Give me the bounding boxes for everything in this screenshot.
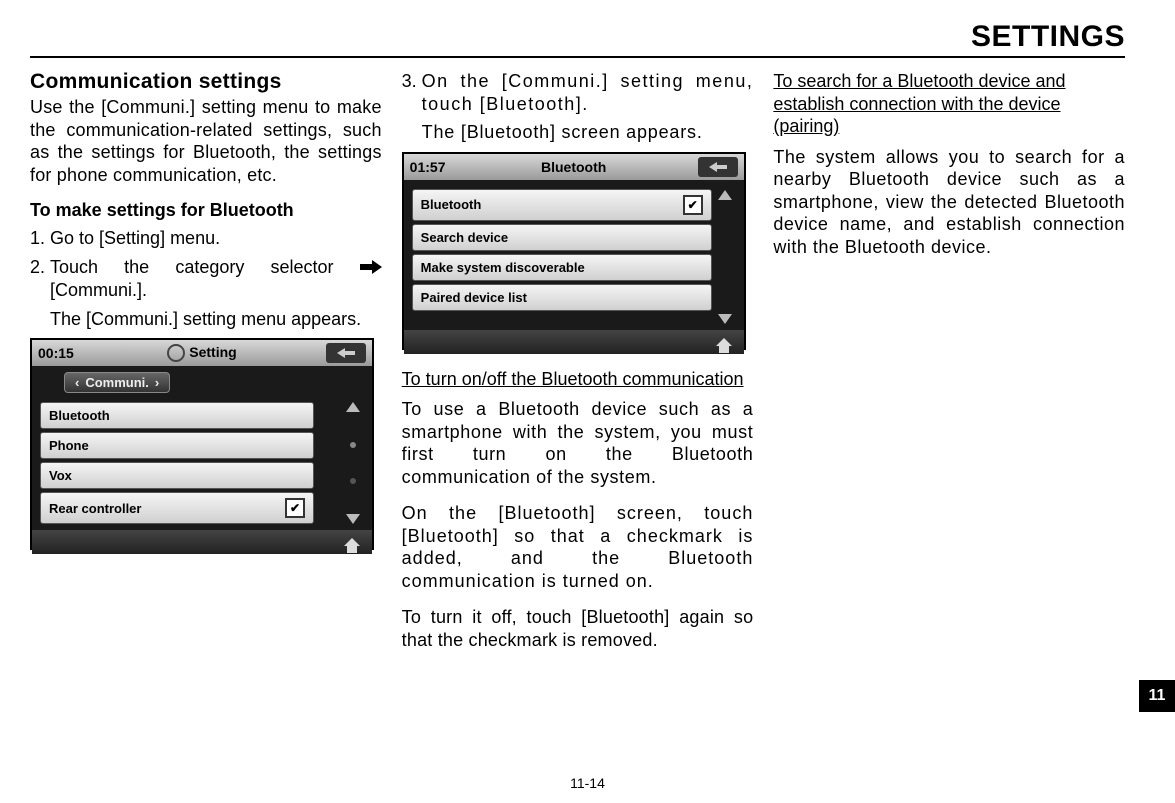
screen1-bottom-bar <box>32 530 372 554</box>
category-selector-communi[interactable]: ‹ Communi. › <box>64 372 170 393</box>
step-2-sub: The [Communi.] setting menu appears. <box>50 308 382 331</box>
row-bluetooth[interactable]: Bluetooth <box>40 402 314 429</box>
column-2: On the [Communi.] setting menu, touch [B… <box>402 70 754 665</box>
gear-icon <box>167 344 185 362</box>
comm-settings-intro: Use the [Communi.] setting menu to make … <box>30 96 382 186</box>
back-arrow-icon <box>337 348 345 358</box>
checkbox-checked-icon: ✔ <box>285 498 305 518</box>
scroll-up-icon <box>346 402 360 412</box>
page-number: 11-14 <box>0 775 1175 791</box>
checkbox-checked-icon: ✔ <box>683 195 703 215</box>
scroll-down-icon <box>346 514 360 524</box>
turn-onoff-p3: To turn it off, touch [Bluetooth] again … <box>402 606 754 651</box>
scroll-down-icon <box>718 314 732 324</box>
home-icon[interactable] <box>716 338 732 346</box>
step-3: On the [Communi.] setting menu, touch [B… <box>422 70 754 144</box>
row-vox[interactable]: Vox <box>40 462 314 489</box>
search-device-p1: The system allows you to search for a ne… <box>773 146 1125 259</box>
chapter-tab: 11 <box>1139 680 1175 712</box>
bt-settings-heading: To make settings for Bluetooth <box>30 200 382 221</box>
row-search-device[interactable]: Search device <box>412 224 712 251</box>
back-button[interactable] <box>698 157 738 177</box>
search-device-heading: To search for a Bluetooth device and est… <box>773 70 1125 138</box>
scrollbar[interactable] <box>344 402 362 524</box>
column-1: Communication settings Use the [Communi.… <box>30 70 382 665</box>
turn-onoff-p2: On the [Bluetooth] screen, touch [Blueto… <box>402 502 754 592</box>
row-phone[interactable]: Phone <box>40 432 314 459</box>
row-rear-controller[interactable]: Rear controller ✔ <box>40 492 314 524</box>
page-title: SETTINGS <box>30 20 1125 58</box>
screenshot-bluetooth-menu: 01:57 Bluetooth Bluetooth ✔ Search devic… <box>402 152 746 350</box>
screen2-time: 01:57 <box>410 159 446 175</box>
step-1: Go to [Setting] menu. <box>50 227 382 250</box>
screen1-title: Setting <box>32 344 372 362</box>
screen2-topbar: 01:57 Bluetooth <box>404 154 744 180</box>
turn-onoff-p1: To use a Bluetooth device such as a smar… <box>402 398 754 488</box>
screenshot-setting-menu: 00:15 Setting ‹ Communi. › Bluetooth <box>30 338 374 550</box>
chevron-right-icon: › <box>155 375 159 390</box>
chevron-left-icon: ‹ <box>75 375 79 390</box>
screen2-bottom-bar <box>404 330 744 354</box>
comm-settings-heading: Communication settings <box>30 70 382 94</box>
step-2: Touch the category selector [Communi.]. … <box>50 256 382 331</box>
row-make-discoverable[interactable]: Make system discoverable <box>412 254 712 281</box>
row-paired-list[interactable]: Paired device list <box>412 284 712 311</box>
turn-onoff-heading: To turn on/off the Bluetooth communicati… <box>402 368 754 391</box>
screen1-topbar: 00:15 Setting <box>32 340 372 366</box>
step-3-sub: The [Bluetooth] screen appears. <box>422 121 754 144</box>
row-bluetooth-toggle[interactable]: Bluetooth ✔ <box>412 189 712 221</box>
screen1-time: 00:15 <box>38 345 74 361</box>
home-icon[interactable] <box>344 538 360 546</box>
back-button[interactable] <box>326 343 366 363</box>
back-arrow-icon <box>709 162 717 172</box>
step-2-text-b: [Communi.]. <box>50 280 147 300</box>
step-2-text-a: Touch the category selector <box>50 257 360 277</box>
column-3: To search for a Bluetooth device and est… <box>773 70 1125 665</box>
scroll-up-icon <box>718 190 732 200</box>
scrollbar[interactable] <box>716 190 734 324</box>
arrow-right-icon <box>360 257 382 280</box>
screen2-title: Bluetooth <box>404 159 744 175</box>
